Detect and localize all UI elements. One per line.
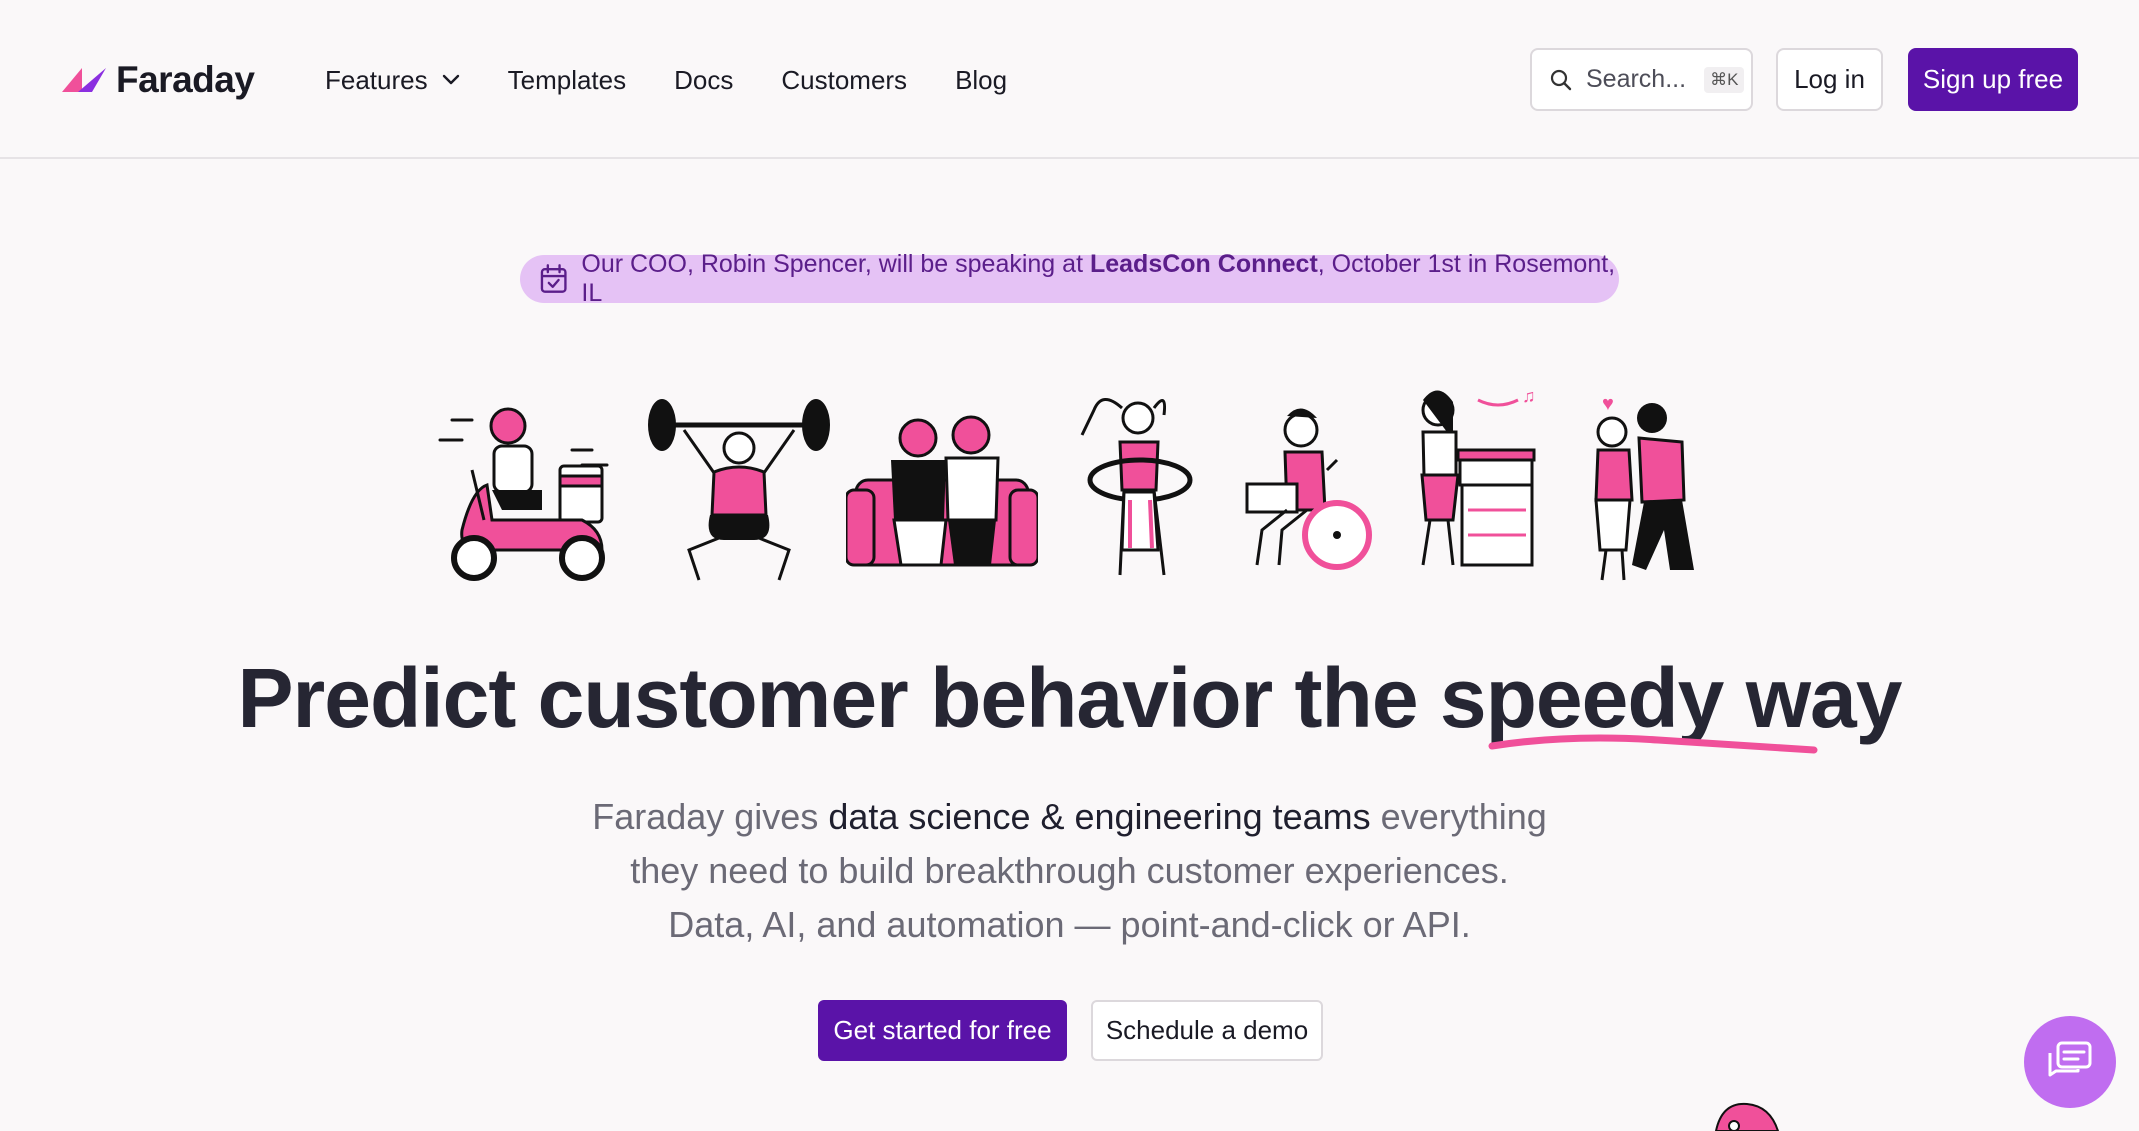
search-placeholder: Search... xyxy=(1586,65,1687,93)
calendar-check-icon xyxy=(540,264,567,293)
hero-title-before: Predict customer behavior the xyxy=(237,651,1440,745)
nav-features[interactable]: Features xyxy=(325,65,460,96)
brand-name: Faraday xyxy=(116,59,255,100)
chat-bubble-icon xyxy=(2048,1041,2092,1077)
copier-illustration: ♫ xyxy=(1420,386,1536,567)
hero-sub-line3: Data, AI, and automation — point-and-cli… xyxy=(668,904,1471,945)
hero-sub-line2: they need to build breakthrough customer… xyxy=(630,850,1509,891)
hero-title: Predict customer behavior the speedy way xyxy=(0,650,2139,747)
announcement-banner[interactable]: Our COO, Robin Spencer, will be speaking… xyxy=(520,250,1619,307)
brand-logo[interactable]: Faraday xyxy=(62,56,255,104)
get-started-button[interactable]: Get started for free xyxy=(818,1000,1067,1061)
speedy-underline-decoration xyxy=(1488,734,1818,754)
hero-sub-line1-strong: data science & engineering teams xyxy=(828,796,1371,837)
nav-customers[interactable]: Customers xyxy=(781,65,907,96)
hula-hoop-illustration xyxy=(1080,398,1193,576)
announcement-event: LeadsCon Connect xyxy=(1089,250,1318,278)
hero-sub-line1-a: Faraday gives xyxy=(592,796,829,837)
schedule-demo-button[interactable]: Schedule a demo xyxy=(1091,1000,1323,1061)
chat-launcher-button[interactable] xyxy=(2024,1016,2116,1108)
faraday-logo-icon xyxy=(62,68,106,92)
hero-sub-line1-b: everything xyxy=(1370,796,1547,837)
login-button[interactable]: Log in xyxy=(1776,48,1883,111)
search-icon xyxy=(1550,69,1572,90)
couple-on-sofa-illustration xyxy=(846,415,1038,567)
announcement-prefix: Our COO, Robin Spencer, will be speaking… xyxy=(581,250,1090,278)
nav-docs[interactable]: Docs xyxy=(674,65,733,96)
partial-illustration xyxy=(1714,1102,1780,1131)
main-nav: Features Templates Docs Customers Blog xyxy=(325,56,1007,104)
weightlifter-illustration xyxy=(648,399,830,581)
nav-blog[interactable]: Blog xyxy=(955,65,1007,96)
chevron-down-icon xyxy=(442,74,459,85)
announcement-text: Our COO, Robin Spencer, will be speaking… xyxy=(581,250,1619,308)
wheelchair-laptop-illustration xyxy=(1245,408,1372,570)
scooter-rider-illustration xyxy=(438,407,609,581)
signup-button[interactable]: Sign up free xyxy=(1908,48,2078,111)
nav-features-label: Features xyxy=(325,64,428,95)
site-header: Faraday Features Templates Docs Customer… xyxy=(0,0,2139,159)
svg-text:♫: ♫ xyxy=(1522,386,1536,406)
nav-templates[interactable]: Templates xyxy=(508,65,627,96)
search-button[interactable]: Search... ⌘K xyxy=(1530,48,1753,111)
search-shortcut: ⌘K xyxy=(1704,66,1745,93)
svg-text:♥: ♥ xyxy=(1602,393,1614,415)
hero-subtitle: Faraday gives data science & engineering… xyxy=(520,790,1619,952)
hero-sub-line1: Faraday gives data science & engineering… xyxy=(520,790,1619,844)
dancing-couple-illustration: ♥ xyxy=(1594,393,1694,581)
